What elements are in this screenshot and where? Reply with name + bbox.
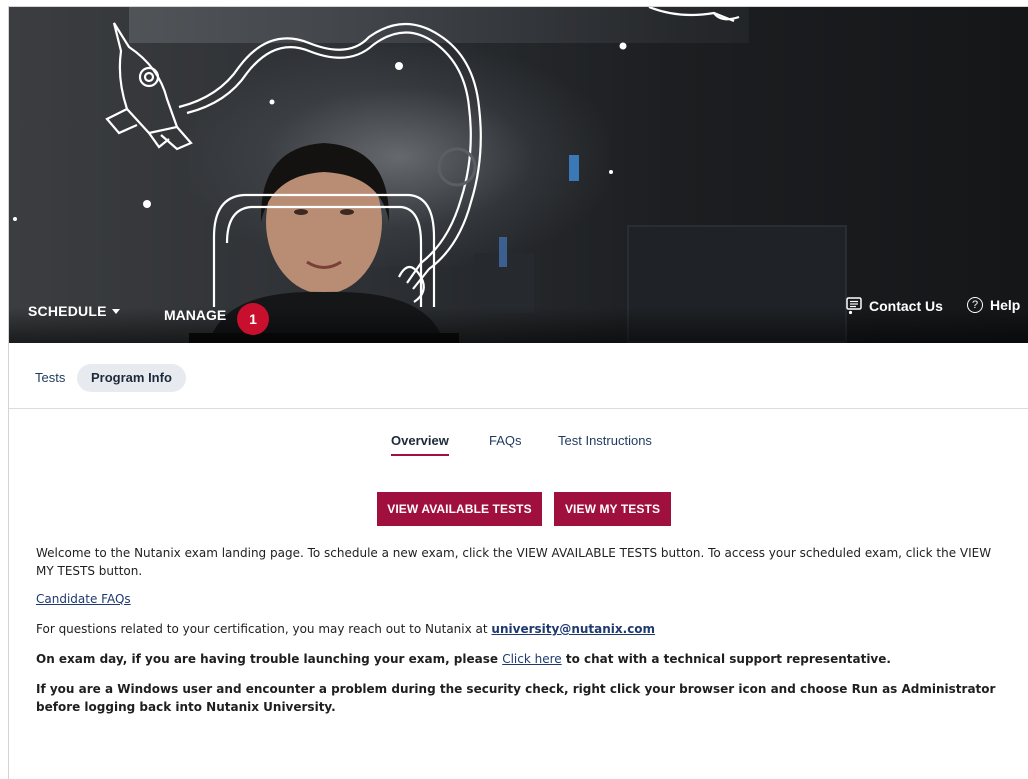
view-my-tests-button[interactable]: VIEW MY TESTS bbox=[554, 492, 671, 526]
chevron-down-icon bbox=[111, 309, 120, 314]
tab-tests[interactable]: Tests bbox=[35, 364, 65, 392]
support-email-link[interactable]: university@nutanix.com bbox=[491, 622, 655, 636]
chat-support-link[interactable]: Click here bbox=[502, 652, 561, 666]
help-icon: ? bbox=[967, 297, 983, 313]
hero-banner: SCHEDULE MANAGE 1 Contact Us ? Help bbox=[9, 7, 1028, 343]
help-link[interactable]: ? Help bbox=[967, 297, 1020, 313]
tab-faqs[interactable]: FAQs bbox=[489, 433, 522, 454]
exam-day-suffix: to chat with a technical support represe… bbox=[561, 652, 891, 666]
tab-test-instructions[interactable]: Test Instructions bbox=[558, 433, 652, 454]
contact-us-label: Contact Us bbox=[869, 298, 943, 314]
candidate-faqs-link[interactable]: Candidate FAQs bbox=[36, 592, 131, 606]
exam-day-paragraph: On exam day, if you are having trouble l… bbox=[36, 650, 1011, 668]
windows-note-paragraph: If you are a Windows user and encounter … bbox=[36, 680, 1011, 716]
chat-icon bbox=[846, 297, 862, 315]
content-tabs: Overview FAQs Test Instructions bbox=[9, 433, 1028, 463]
tab-program-info[interactable]: Program Info bbox=[77, 364, 186, 392]
overview-content: Welcome to the Nutanix exam landing page… bbox=[36, 544, 1011, 728]
sub-navigation: Tests Program Info bbox=[9, 343, 1028, 409]
page-frame: SCHEDULE MANAGE 1 Contact Us ? Help Test… bbox=[8, 6, 1028, 779]
windows-note-text: If you are a Windows user and encounter … bbox=[36, 682, 996, 714]
hero-wall-decor bbox=[437, 147, 579, 267]
tab-overview[interactable]: Overview bbox=[391, 433, 449, 456]
questions-text: For questions related to your certificat… bbox=[36, 622, 492, 636]
contact-us-link[interactable]: Contact Us bbox=[846, 297, 943, 315]
view-available-tests-button[interactable]: VIEW AVAILABLE TESTS bbox=[377, 492, 542, 526]
manage-menu[interactable]: MANAGE bbox=[164, 307, 226, 323]
hero-illustration bbox=[13, 7, 740, 343]
rocket-doodle bbox=[105, 22, 193, 151]
schedule-menu[interactable]: SCHEDULE bbox=[28, 303, 120, 319]
exam-day-text: On exam day, if you are having trouble l… bbox=[36, 652, 503, 666]
manage-count-badge: 1 bbox=[237, 303, 269, 335]
schedule-label: SCHEDULE bbox=[28, 303, 107, 319]
help-label: Help bbox=[990, 297, 1021, 313]
candidate-faqs-paragraph: Candidate FAQs bbox=[36, 590, 1011, 608]
questions-paragraph: For questions related to your certificat… bbox=[36, 620, 1011, 638]
welcome-paragraph: Welcome to the Nutanix exam landing page… bbox=[36, 546, 992, 578]
